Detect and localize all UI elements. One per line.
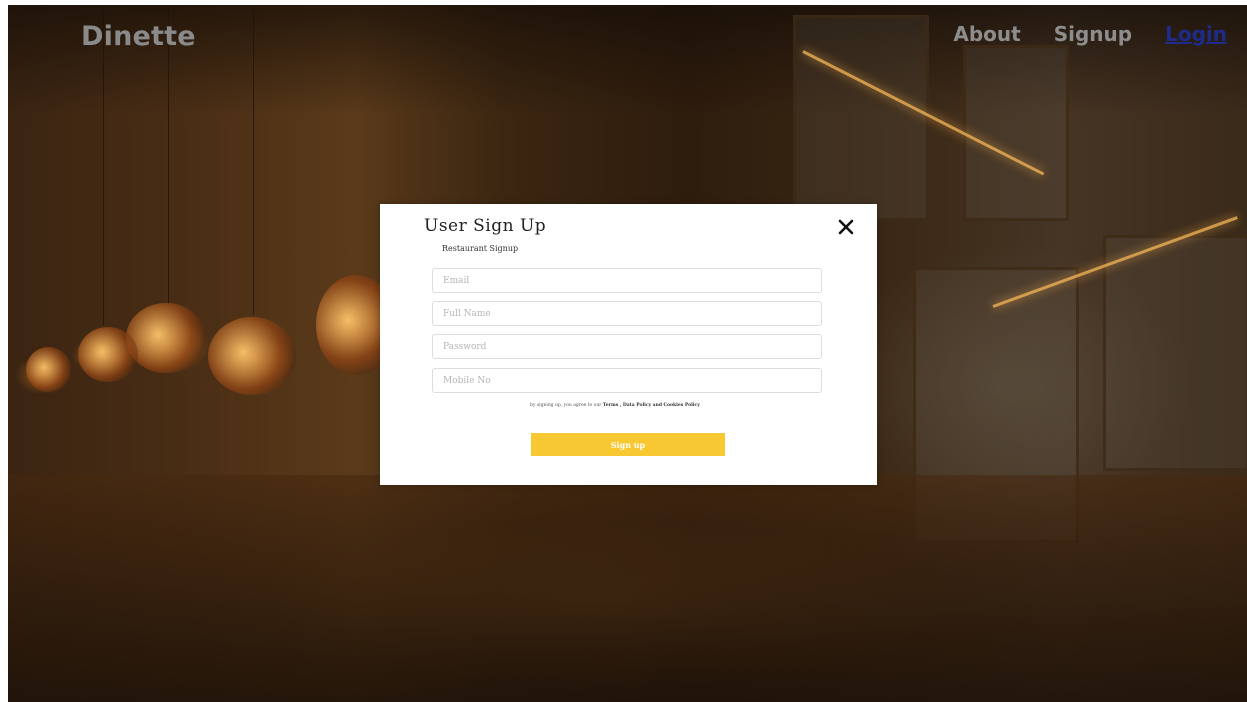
background-lamp — [126, 303, 206, 373]
terms-link[interactable]: Terms , — [603, 403, 622, 408]
background-lamp-cord — [253, 5, 254, 315]
background-window — [963, 45, 1069, 221]
top-nav: About Signup Login — [953, 22, 1227, 46]
cookies-policy-link[interactable]: Cookies Policy — [663, 403, 699, 408]
close-icon[interactable] — [837, 218, 855, 236]
modal-subtitle: Restaurant Signup — [442, 244, 519, 253]
background-window — [793, 15, 929, 221]
full-name-field[interactable] — [432, 301, 822, 326]
nav-login-link[interactable]: Login — [1165, 22, 1227, 46]
signup-modal: User Sign Up Restaurant Signup by signin… — [380, 204, 877, 485]
background-counter — [8, 475, 1247, 702]
terms-and: and — [652, 403, 663, 408]
terms-notice: by signing up, you agree to our Terms , … — [530, 403, 700, 408]
nav-about-link[interactable]: About — [953, 22, 1020, 46]
nav-signup-link[interactable]: Signup — [1054, 22, 1132, 46]
background-window — [1103, 235, 1247, 471]
modal-title: User Sign Up — [424, 216, 547, 236]
background-lamp — [26, 347, 71, 392]
background-lamp — [78, 327, 138, 382]
mobile-field[interactable] — [432, 368, 822, 393]
password-field[interactable] — [432, 334, 822, 359]
terms-prefix: by signing up, you agree to our — [530, 403, 602, 408]
email-field[interactable] — [432, 268, 822, 293]
brand-logo[interactable]: Dinette — [81, 21, 196, 52]
sign-up-button[interactable]: Sign up — [531, 433, 725, 456]
background-lamp — [208, 317, 296, 395]
background-lamp-cord — [103, 5, 104, 325]
data-policy-link[interactable]: Data Policy — [623, 403, 651, 408]
